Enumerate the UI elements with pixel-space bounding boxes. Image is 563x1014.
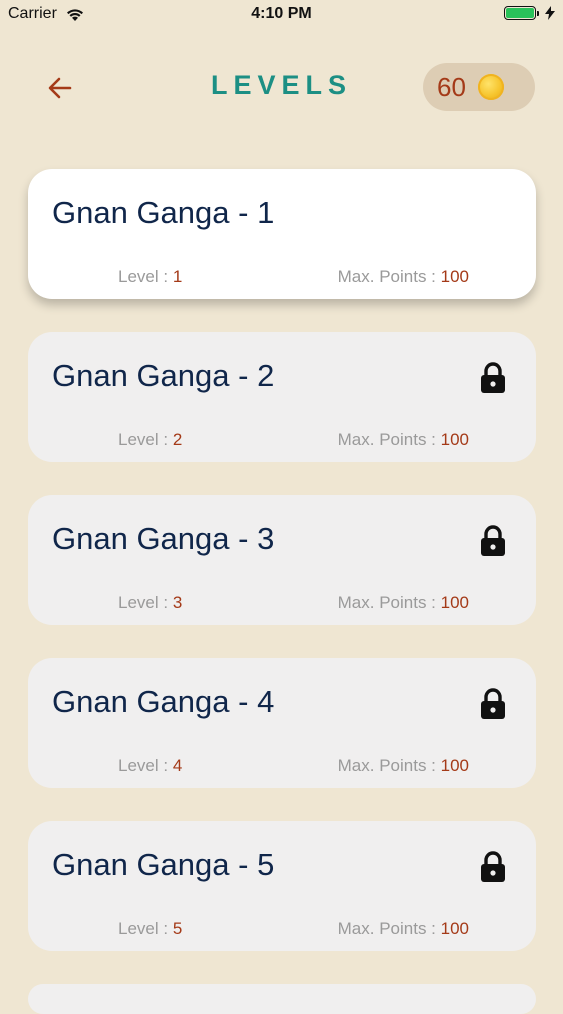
max-points-value: 100 bbox=[440, 267, 469, 286]
level-name: Gnan Ganga - 1 bbox=[52, 195, 275, 230]
level-name: Gnan Ganga - 3 bbox=[52, 521, 275, 556]
header: LEVELS 60 bbox=[0, 60, 563, 116]
lock-icon bbox=[481, 851, 505, 882]
max-points: Max. Points : 100 bbox=[338, 756, 469, 776]
level-number: Level : 2 bbox=[118, 430, 182, 450]
status-time: 4:10 PM bbox=[251, 5, 312, 22]
card-footer: Level : 3 Max. Points : 100 bbox=[28, 593, 536, 615]
max-points-label: Max. Points : bbox=[337, 593, 441, 612]
max-points: Max. Points : 100 bbox=[338, 593, 469, 613]
level-value: 1 bbox=[172, 267, 183, 286]
max-points-label: Max. Points : bbox=[337, 919, 441, 938]
level-label: Level : bbox=[118, 593, 173, 612]
charging-bolt-icon bbox=[545, 6, 555, 20]
level-name: Gnan Ganga - 5 bbox=[52, 847, 275, 882]
card-footer: Level : 1 Max. Points : 100 bbox=[28, 267, 536, 289]
lock-icon bbox=[481, 688, 505, 719]
level-name: Gnan Ganga - 4 bbox=[52, 684, 275, 719]
level-card-5[interactable]: Gnan Ganga - 5 Level : 5 Max. Points : 1… bbox=[28, 821, 536, 951]
battery-level bbox=[506, 8, 534, 18]
level-label: Level : bbox=[118, 430, 173, 449]
level-card-2[interactable]: Gnan Ganga - 2 Level : 2 Max. Points : 1… bbox=[28, 332, 536, 462]
level-name: Gnan Ganga - 2 bbox=[52, 358, 275, 393]
coin-badge[interactable]: 60 bbox=[423, 63, 535, 111]
gold-coin-icon bbox=[477, 74, 504, 100]
level-card-3[interactable]: Gnan Ganga - 3 Level : 3 Max. Points : 1… bbox=[28, 495, 536, 625]
battery-icon bbox=[504, 6, 539, 20]
lock-icon bbox=[481, 362, 505, 393]
level-label: Level : bbox=[118, 756, 173, 775]
card-footer: Level : 2 Max. Points : 100 bbox=[28, 430, 536, 452]
level-card-next-partial[interactable] bbox=[28, 984, 536, 1014]
max-points-label: Max. Points : bbox=[337, 267, 441, 286]
level-card-1[interactable]: Gnan Ganga - 1 Level : 1 Max. Points : 1… bbox=[28, 169, 536, 299]
lock-icon bbox=[481, 525, 505, 556]
max-points-value: 100 bbox=[440, 756, 469, 775]
card-footer: Level : 4 Max. Points : 100 bbox=[28, 756, 536, 778]
level-number: Level : 5 bbox=[118, 919, 182, 939]
max-points-value: 100 bbox=[440, 593, 469, 612]
level-number: Level : 1 bbox=[118, 267, 182, 287]
status-bar: Carrier 4:10 PM bbox=[0, 0, 563, 30]
level-card-4[interactable]: Gnan Ganga - 4 Level : 4 Max. Points : 1… bbox=[28, 658, 536, 788]
level-value: 5 bbox=[172, 919, 183, 938]
level-label: Level : bbox=[118, 267, 173, 286]
status-right bbox=[504, 6, 555, 20]
level-list: Gnan Ganga - 1 Level : 1 Max. Points : 1… bbox=[28, 169, 536, 1014]
card-footer: Level : 5 Max. Points : 100 bbox=[28, 919, 536, 941]
max-points-value: 100 bbox=[440, 919, 469, 938]
max-points-label: Max. Points : bbox=[337, 430, 441, 449]
max-points: Max. Points : 100 bbox=[338, 919, 469, 939]
coin-count: 60 bbox=[437, 71, 466, 102]
max-points-label: Max. Points : bbox=[337, 756, 441, 775]
max-points: Max. Points : 100 bbox=[338, 430, 469, 450]
level-value: 4 bbox=[172, 756, 183, 775]
level-number: Level : 4 bbox=[118, 756, 182, 776]
level-number: Level : 3 bbox=[118, 593, 182, 613]
level-value: 3 bbox=[172, 593, 183, 612]
level-value: 2 bbox=[172, 430, 183, 449]
level-label: Level : bbox=[118, 919, 173, 938]
max-points-value: 100 bbox=[440, 430, 469, 449]
max-points: Max. Points : 100 bbox=[338, 267, 469, 287]
